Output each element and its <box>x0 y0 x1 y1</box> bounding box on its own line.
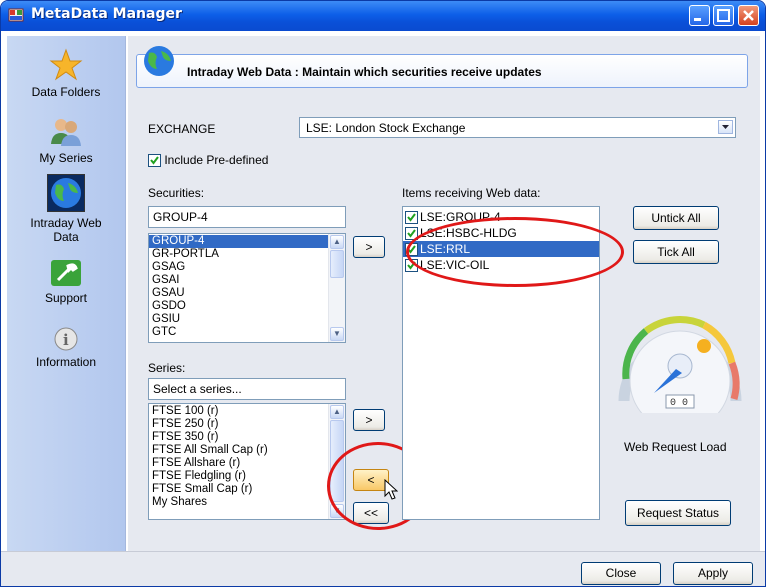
include-predefined-checkbox[interactable]: Include Pre-defined <box>148 153 269 168</box>
metadata-manager-window: MetaData Manager Data Folders My Series <box>0 0 766 587</box>
exchange-select-value: LSE: London Stock Exchange <box>306 121 466 135</box>
content-panel: Intraday Web Data : Maintain which secur… <box>128 36 760 551</box>
list-item[interactable]: GSAG <box>149 261 345 274</box>
title-bar[interactable]: MetaData Manager <box>1 1 765 31</box>
exchange-select[interactable]: LSE: London Stock Exchange <box>299 117 736 138</box>
info-icon: i <box>53 327 79 355</box>
list-item[interactable]: FTSE Small Cap (r) <box>149 483 345 496</box>
series-search-input[interactable]: Select a series... <box>148 378 346 400</box>
exchange-label: EXCHANGE <box>148 122 216 136</box>
scroll-up-icon[interactable]: ▲ <box>330 235 344 249</box>
series-list[interactable]: FTSE 100 (r) FTSE 250 (r) FTSE 350 (r) F… <box>148 403 346 520</box>
series-search-placeholder: Select a series... <box>153 382 242 396</box>
series-label: Series: <box>148 361 186 375</box>
web-items-label: Items receiving Web data: <box>402 186 541 200</box>
footer-bar: Close Apply <box>1 551 765 586</box>
sidebar-item-support[interactable]: Support <box>7 258 125 305</box>
sidebar-item-information[interactable]: i Information <box>7 326 125 369</box>
list-item[interactable]: GTC <box>149 326 345 339</box>
untick-all-button[interactable]: Untick All <box>633 206 719 230</box>
list-item[interactable]: FTSE 250 (r) <box>149 418 345 431</box>
page-header: Intraday Web Data : Maintain which secur… <box>136 46 748 88</box>
list-item[interactable]: FTSE All Small Cap (r) <box>149 444 345 457</box>
sidebar-item-label: My Series <box>39 151 93 165</box>
window-title: MetaData Manager <box>31 6 182 22</box>
request-status-button[interactable]: Request Status <box>625 500 731 526</box>
web-request-load-gauge: 0 0 <box>612 301 742 432</box>
users-icon <box>49 119 83 151</box>
close-button[interactable]: Close <box>581 562 661 585</box>
tick-all-button[interactable]: Tick All <box>633 240 719 264</box>
sidebar-item-intraday-web-data[interactable]: Intraday Web Data <box>7 174 125 244</box>
app-icon <box>8 7 24 23</box>
list-item[interactable]: GSDO <box>149 300 345 313</box>
list-item[interactable]: My Shares <box>149 496 345 509</box>
add-series-button[interactable]: > <box>353 409 385 431</box>
maximize-button[interactable] <box>713 5 734 26</box>
sidebar-item-label: Intraday Web Data <box>30 216 102 244</box>
sidebar-item-data-folders[interactable]: Data Folders <box>7 48 125 99</box>
gauge-label: Web Request Load <box>624 440 727 454</box>
globe-icon <box>141 43 177 82</box>
sidebar-item-label: Data Folders <box>31 85 101 99</box>
sidebar-item-label: Support <box>44 291 88 305</box>
close-window-button[interactable] <box>738 5 759 26</box>
list-item[interactable]: FTSE Allshare (r) <box>149 457 345 470</box>
securities-filter-value: GROUP-4 <box>153 210 208 224</box>
securities-label: Securities: <box>148 186 205 200</box>
wrench-icon <box>49 260 83 291</box>
checkbox-icon <box>148 154 161 168</box>
highlight-oval-items <box>406 217 624 287</box>
chevron-down-icon[interactable] <box>718 120 733 134</box>
apply-button[interactable]: Apply <box>673 562 753 585</box>
list-item[interactable]: GROUP-4 <box>149 235 345 248</box>
list-item[interactable]: GR-PORTLA <box>149 248 345 261</box>
list-item[interactable]: FTSE Fledgling (r) <box>149 470 345 483</box>
star-icon <box>49 48 83 85</box>
include-predefined-label: Include Pre-defined <box>164 153 269 167</box>
svg-text:i: i <box>63 331 69 349</box>
list-item[interactable]: FTSE 100 (r) <box>149 405 345 418</box>
scroll-up-icon[interactable]: ▲ <box>330 405 344 419</box>
sidebar-item-my-series[interactable]: My Series <box>7 116 125 165</box>
securities-filter-input[interactable]: GROUP-4 <box>148 206 346 228</box>
securities-scrollbar[interactable]: ▲ ▼ <box>328 234 345 342</box>
sidebar-item-label: Information <box>35 355 97 369</box>
page-title: Intraday Web Data : Maintain which secur… <box>187 65 542 79</box>
gauge-readout: 0 0 <box>670 398 688 409</box>
securities-list[interactable]: GROUP-4 GR-PORTLA GSAG GSAI GSAU GSDO GS… <box>148 233 346 343</box>
globe-icon <box>47 174 85 212</box>
scroll-thumb[interactable] <box>330 250 344 278</box>
checkbox-icon[interactable] <box>405 211 418 225</box>
list-item[interactable]: GSIU <box>149 313 345 326</box>
list-item[interactable]: GSAI <box>149 274 345 287</box>
scroll-down-icon[interactable]: ▼ <box>330 327 344 341</box>
add-security-button[interactable]: > <box>353 236 385 258</box>
list-item[interactable]: FTSE 350 (r) <box>149 431 345 444</box>
sidebar: Data Folders My Series Intraday Web Data… <box>7 36 126 551</box>
list-item[interactable]: GSAU <box>149 287 345 300</box>
minimize-button[interactable] <box>689 5 710 26</box>
